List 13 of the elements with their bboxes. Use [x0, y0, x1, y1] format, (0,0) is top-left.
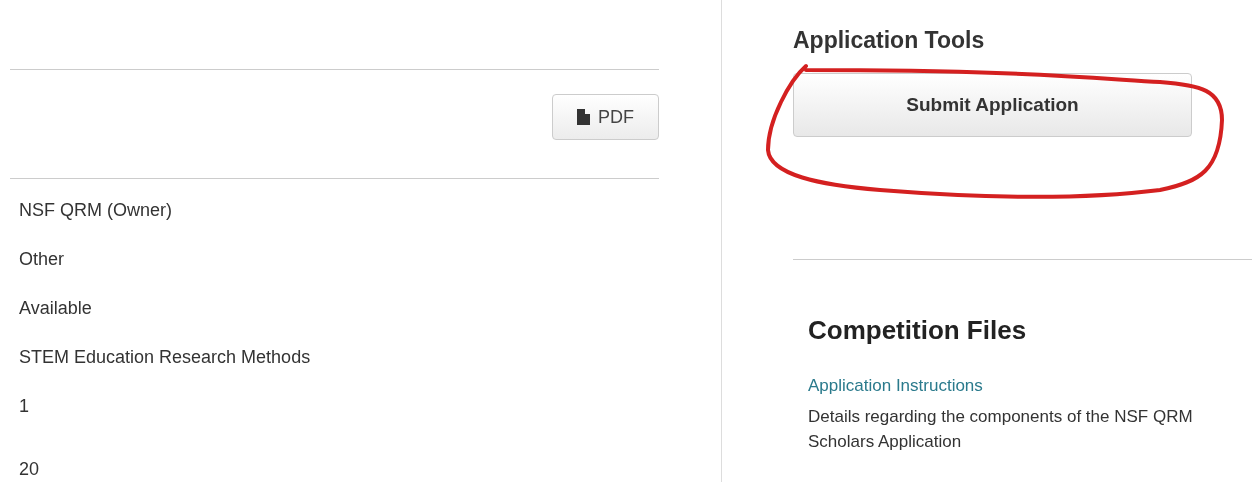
field-value: STEM Education Research Methods: [19, 346, 311, 368]
section-heading: Competition Files: [808, 314, 1028, 346]
submit-application-button[interactable]: Submit Application: [793, 73, 1192, 137]
file-link[interactable]: Application Instructions: [808, 375, 983, 397]
section-heading: Application Tools: [793, 26, 986, 54]
field-value: Other: [19, 248, 65, 270]
pdf-button[interactable]: PDF: [552, 94, 659, 141]
field-value: NSF QRM (Owner): [19, 199, 172, 221]
document-icon: [577, 109, 590, 126]
field-value: Available: [19, 297, 92, 319]
field-value: 1: [19, 395, 29, 417]
file-description: Details regarding the components of the NSF QRM Scholars Application: [808, 406, 1194, 453]
field-value: 20: [19, 458, 40, 480]
